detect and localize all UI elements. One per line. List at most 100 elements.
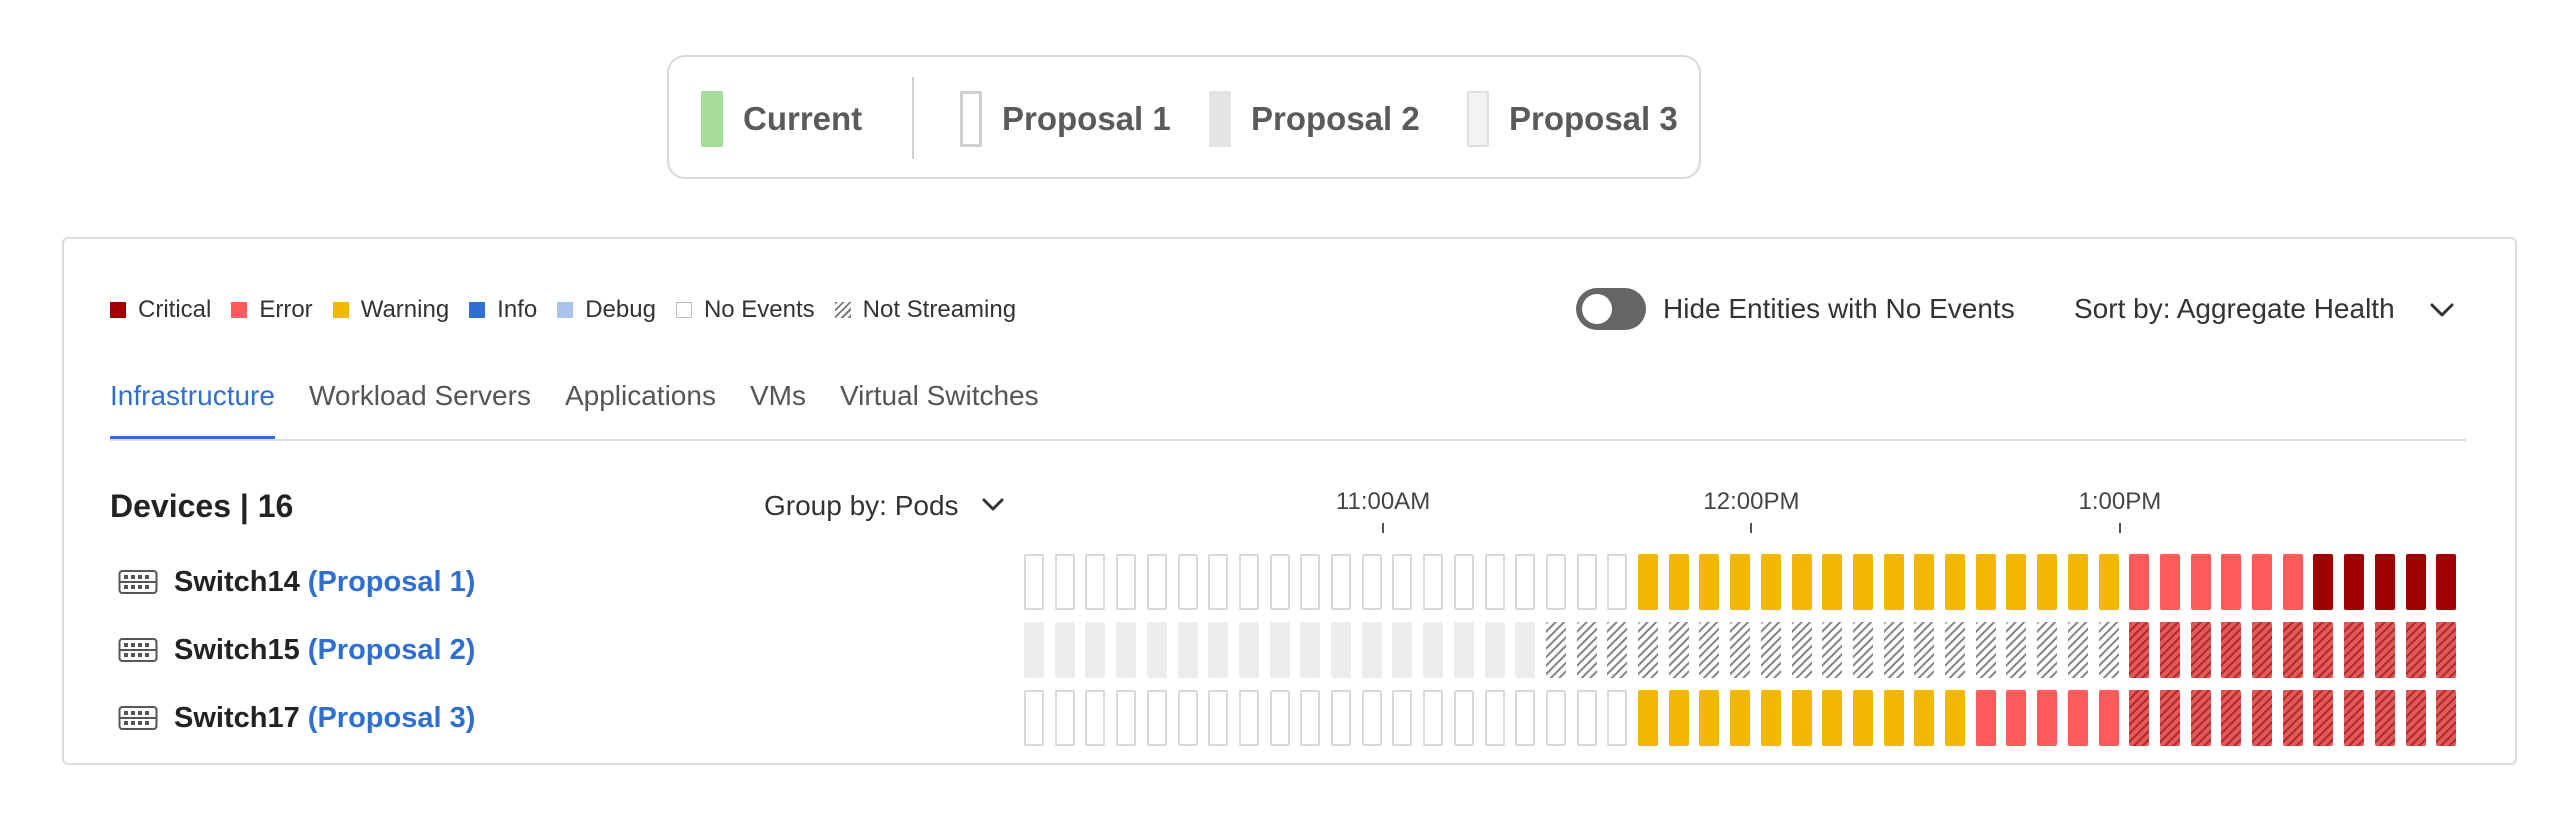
event-bar-empty[interactable] <box>1423 690 1444 746</box>
event-bar-error-hatched[interactable] <box>2252 622 2272 678</box>
event-bar-empty[interactable] <box>1208 690 1229 746</box>
chevron-down-icon[interactable] <box>980 492 1006 518</box>
event-bar-empty[interactable] <box>1607 554 1628 610</box>
event-bar-error-hatched[interactable] <box>2159 622 2180 678</box>
device-row-label[interactable]: Switch15 (Proposal 2) <box>174 634 475 667</box>
event-bar-warning[interactable] <box>1638 690 1658 746</box>
event-bar-empty[interactable] <box>1269 554 1290 610</box>
event-bar-error-hatched[interactable] <box>2405 622 2426 678</box>
event-bar-warning[interactable] <box>1638 554 1658 610</box>
event-bar-warning[interactable] <box>1699 690 1720 746</box>
event-bar-empty[interactable] <box>1545 554 1566 610</box>
event-bar-empty[interactable] <box>1361 554 1382 610</box>
event-bar-empty[interactable] <box>1515 554 1536 610</box>
proposal-link[interactable]: (Proposal 2) <box>308 634 476 666</box>
event-bar-error[interactable] <box>2129 554 2150 610</box>
event-bar-error-hatched[interactable] <box>2190 690 2211 746</box>
event-bar-not-streaming[interactable] <box>2037 622 2058 678</box>
event-bar-empty[interactable] <box>1607 690 1628 746</box>
event-bar-gray[interactable] <box>1238 622 1259 678</box>
event-bar-warning[interactable] <box>1791 554 1812 610</box>
event-bar-warning[interactable] <box>1822 690 1843 746</box>
tab-infrastructure[interactable]: Infrastructure <box>110 380 275 440</box>
tab-virtual-switches[interactable]: Virtual Switches <box>840 380 1039 440</box>
event-bar-error-hatched[interactable] <box>2374 622 2395 678</box>
event-bar-not-streaming[interactable] <box>1730 622 1751 678</box>
event-bar-warning[interactable] <box>1730 690 1751 746</box>
legend-current[interactable]: Current <box>701 91 862 147</box>
event-bar-warning[interactable] <box>1668 690 1689 746</box>
event-bar-gray[interactable] <box>1116 622 1137 678</box>
event-bar-warning[interactable] <box>2006 554 2027 610</box>
event-bar-not-streaming[interactable] <box>2067 622 2088 678</box>
hide-no-events-toggle[interactable] <box>1576 288 1646 330</box>
event-bar-empty[interactable] <box>1361 690 1382 746</box>
event-bar-error-hatched[interactable] <box>2252 690 2272 746</box>
event-bar-gray[interactable] <box>1300 622 1321 678</box>
device-row-label[interactable]: Switch14 (Proposal 1) <box>174 566 475 599</box>
event-bar-error-hatched[interactable] <box>2344 690 2365 746</box>
event-bar-gray[interactable] <box>1208 622 1229 678</box>
event-bar-error-hatched[interactable] <box>2374 690 2395 746</box>
event-bar-critical[interactable] <box>2436 554 2457 610</box>
event-bar-error[interactable] <box>2282 554 2303 610</box>
event-bar-empty[interactable] <box>1085 690 1106 746</box>
event-bar-empty[interactable] <box>1024 690 1044 746</box>
event-bar-error-hatched[interactable] <box>2221 622 2242 678</box>
event-bar-warning[interactable] <box>1822 554 1843 610</box>
event-bar-empty[interactable] <box>1116 690 1137 746</box>
event-bar-empty[interactable] <box>1054 554 1075 610</box>
event-bar-error-hatched[interactable] <box>2221 690 2242 746</box>
event-bar-gray[interactable] <box>1423 622 1444 678</box>
event-bar-empty[interactable] <box>1453 690 1474 746</box>
event-bar-empty[interactable] <box>1085 554 1106 610</box>
event-bar-warning[interactable] <box>1791 690 1812 746</box>
event-bar-empty[interactable] <box>1484 690 1505 746</box>
event-bar-error[interactable] <box>2252 554 2272 610</box>
event-bar-not-streaming[interactable] <box>1791 622 1812 678</box>
event-bar-not-streaming[interactable] <box>1852 622 1873 678</box>
event-bar-error-hatched[interactable] <box>2436 622 2457 678</box>
event-bar-error-hatched[interactable] <box>2282 690 2303 746</box>
tab-workload-servers[interactable]: Workload Servers <box>309 380 531 440</box>
event-bar-warning[interactable] <box>2037 554 2058 610</box>
event-bar-error[interactable] <box>2067 690 2088 746</box>
event-bar-empty[interactable] <box>1146 554 1167 610</box>
event-bar-gray[interactable] <box>1146 622 1167 678</box>
event-bar-warning[interactable] <box>1975 554 1996 610</box>
legend-proposal-3[interactable]: Proposal 3 <box>1467 91 1678 147</box>
event-bar-error[interactable] <box>2037 690 2058 746</box>
proposal-link[interactable]: (Proposal 3) <box>308 702 476 734</box>
event-bar-error[interactable] <box>2190 554 2211 610</box>
event-bar-empty[interactable] <box>1515 690 1536 746</box>
event-bar-warning[interactable] <box>2098 554 2119 610</box>
event-bar-warning[interactable] <box>1852 690 1873 746</box>
event-bar-not-streaming[interactable] <box>1638 622 1658 678</box>
event-bar-warning[interactable] <box>1945 690 1965 746</box>
event-bar-not-streaming[interactable] <box>2006 622 2027 678</box>
event-bar-empty[interactable] <box>1177 554 1198 610</box>
event-bar-empty[interactable] <box>1453 554 1474 610</box>
event-bar-not-streaming[interactable] <box>1883 622 1904 678</box>
event-bar-empty[interactable] <box>1331 690 1351 746</box>
event-bar-warning[interactable] <box>1760 554 1781 610</box>
event-bar-gray[interactable] <box>1392 622 1413 678</box>
event-bar-critical[interactable] <box>2374 554 2395 610</box>
event-bar-error-hatched[interactable] <box>2405 690 2426 746</box>
event-bar-error[interactable] <box>2006 690 2027 746</box>
event-bar-error-hatched[interactable] <box>2313 622 2334 678</box>
event-bar-gray[interactable] <box>1177 622 1198 678</box>
event-bar-gray[interactable] <box>1453 622 1474 678</box>
event-bar-not-streaming[interactable] <box>1668 622 1689 678</box>
tab-applications[interactable]: Applications <box>565 380 716 440</box>
event-bar-error-hatched[interactable] <box>2313 690 2334 746</box>
tab-vms[interactable]: VMs <box>750 380 806 440</box>
device-row-label[interactable]: Switch17 (Proposal 3) <box>174 702 475 735</box>
event-bar-not-streaming[interactable] <box>1576 622 1597 678</box>
proposal-link[interactable]: (Proposal 1) <box>308 566 476 598</box>
event-bar-not-streaming[interactable] <box>1975 622 1996 678</box>
event-bar-empty[interactable] <box>1146 690 1167 746</box>
event-bar-empty[interactable] <box>1024 554 1044 610</box>
event-bar-not-streaming[interactable] <box>1607 622 1628 678</box>
event-bar-empty[interactable] <box>1423 554 1444 610</box>
